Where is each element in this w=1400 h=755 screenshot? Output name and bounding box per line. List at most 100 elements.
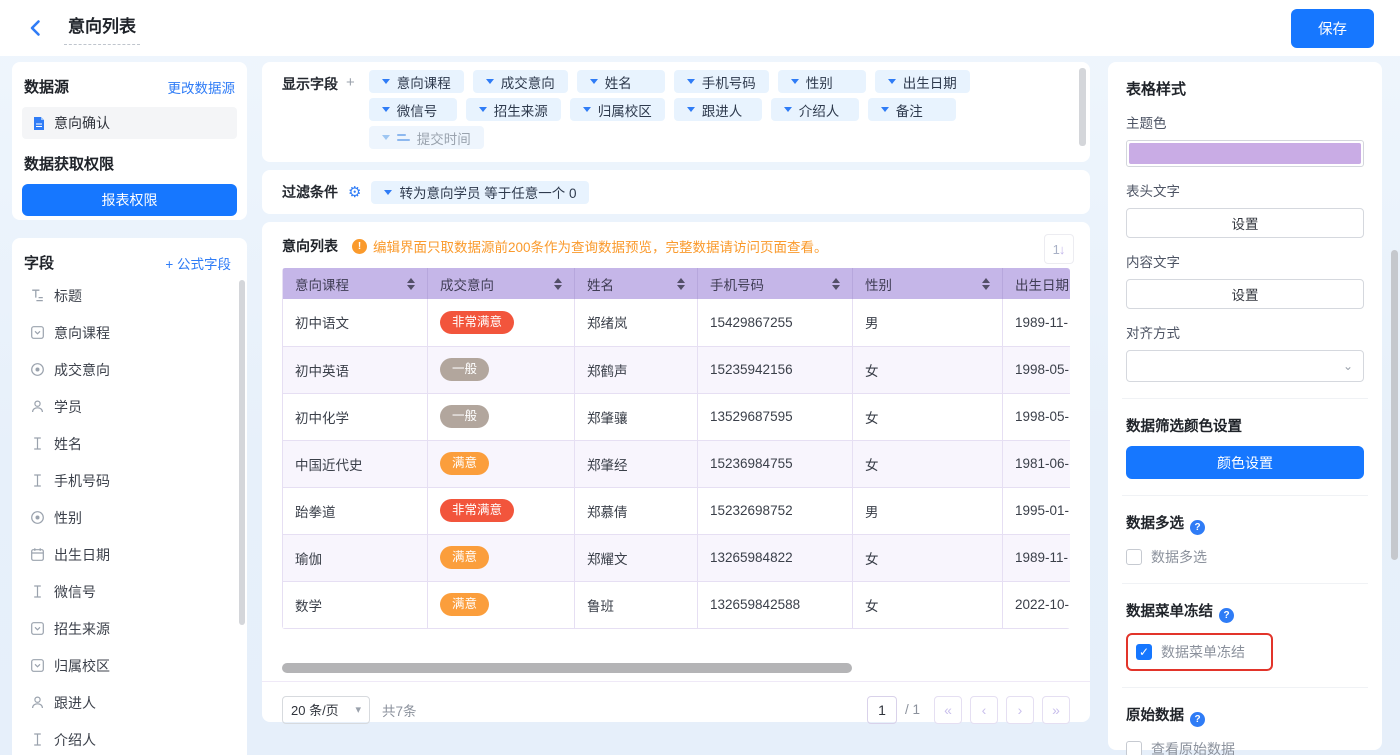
table-row[interactable]: 初中化学一般郑肇骧13529687595女1998-05- [283, 393, 1071, 440]
sort-icon[interactable] [982, 278, 990, 290]
add-formula-field-link[interactable]: + 公式字段 [165, 253, 231, 273]
field-item[interactable]: 跟进人 [24, 684, 241, 721]
display-field-tag[interactable]: 备注 [868, 98, 956, 121]
align-label: 对齐方式 [1126, 322, 1364, 342]
display-field-tag[interactable]: 意向课程 [369, 70, 464, 93]
header-text-set-button[interactable]: 设置 [1126, 208, 1364, 238]
text-icon [30, 584, 45, 599]
field-item[interactable]: 手机号码 [24, 462, 241, 499]
text-icon [30, 473, 45, 488]
column-header[interactable]: 出生日期 [1003, 268, 1071, 299]
align-select[interactable]: ⌄ [1126, 350, 1364, 382]
display-card-scrollbar[interactable] [1079, 68, 1086, 146]
cell-gender: 女 [853, 346, 1003, 393]
fields-scrollbar[interactable] [239, 280, 245, 625]
back-icon[interactable] [26, 18, 46, 38]
raw-data-checkbox[interactable] [1126, 741, 1142, 755]
multi-select-checkbox-label: 数据多选 [1151, 547, 1207, 567]
field-item[interactable]: 微信号 [24, 573, 241, 610]
freeze-checkbox[interactable]: ✓ [1136, 644, 1152, 660]
field-item[interactable]: 意向课程 [24, 314, 241, 351]
help-icon[interactable]: ? [1219, 608, 1234, 623]
cell-phone: 15236984755 [698, 440, 853, 487]
table-row[interactable]: 数学满意鲁班132659842588女2022-10- [283, 581, 1071, 628]
gear-icon[interactable]: ⚙ [348, 185, 361, 200]
column-header[interactable]: 手机号码 [698, 268, 853, 299]
help-icon[interactable]: ? [1190, 520, 1205, 535]
display-field-tags: 意向课程成交意向姓名手机号码性别出生日期微信号招生来源归属校区跟进人介绍人备注提… [369, 70, 970, 154]
display-field-tag[interactable]: 招生来源 [466, 98, 561, 121]
add-display-field-button[interactable]: + [346, 74, 355, 91]
save-button[interactable]: 保存 [1291, 9, 1374, 48]
header-text-label: 表头文字 [1126, 180, 1364, 200]
field-item[interactable]: 姓名 [24, 425, 241, 462]
cell-gender: 男 [853, 487, 1003, 534]
title-icon [30, 288, 45, 303]
page-size-select[interactable]: 20 条/页 ▾ [282, 696, 370, 724]
datasource-title: 数据源 [24, 76, 69, 97]
sort-order-button[interactable]: 1↓ [1044, 234, 1074, 264]
field-item-label: 性别 [54, 508, 82, 528]
multi-select-checkbox[interactable] [1126, 549, 1142, 565]
table-row[interactable]: 中国近代史满意郑肇经15236984755女1981-06- [283, 440, 1071, 487]
display-field-tag[interactable]: 跟进人 [674, 98, 762, 121]
table-row[interactable]: 初中英语一般郑鹤声15235942156女1998-05- [283, 346, 1071, 393]
freeze-highlight-box: ✓ 数据菜单冻结 [1126, 633, 1273, 671]
report-permission-button[interactable]: 报表权限 [22, 184, 237, 216]
field-item[interactable]: 招生来源 [24, 610, 241, 647]
cell-phone: 13529687595 [698, 393, 853, 440]
field-item[interactable]: 出生日期 [24, 536, 241, 573]
color-set-button[interactable]: 颜色设置 [1126, 446, 1364, 479]
field-item[interactable]: 介绍人 [24, 721, 241, 755]
intent-badge: 一般 [440, 358, 489, 381]
field-item[interactable]: 成交意向 [24, 351, 241, 388]
table-row[interactable]: 跆拳道非常满意郑慕倩15232698752男1995-01- [283, 487, 1071, 534]
horizontal-scrollbar[interactable] [282, 663, 852, 673]
display-field-tag[interactable]: 介绍人 [771, 98, 859, 121]
display-field-tag[interactable]: 微信号 [369, 98, 457, 121]
field-item[interactable]: 学员 [24, 388, 241, 425]
next-page-button[interactable]: › [1006, 696, 1034, 724]
cell-phone: 13265984822 [698, 534, 853, 581]
field-item[interactable]: 归属校区 [24, 647, 241, 684]
field-item[interactable]: 性别 [24, 499, 241, 536]
select-icon [30, 325, 45, 340]
column-header[interactable]: 成交意向 [428, 268, 575, 299]
change-datasource-link[interactable]: 更改数据源 [168, 77, 236, 97]
prev-page-button[interactable]: ‹ [970, 696, 998, 724]
content-text-set-button[interactable]: 设置 [1126, 279, 1364, 309]
pagination: 20 条/页 ▾ 共7条 1 / 1 « ‹ › » [282, 682, 1070, 738]
cell-name: 郑肇经 [575, 440, 698, 487]
field-item[interactable]: 标题 [24, 277, 241, 314]
theme-color-swatch[interactable] [1126, 140, 1364, 167]
sort-icon[interactable] [677, 278, 685, 290]
first-page-button[interactable]: « [934, 696, 962, 724]
column-header[interactable]: 姓名 [575, 268, 698, 299]
column-header[interactable]: 意向课程 [283, 268, 428, 299]
filter-label: 过滤条件 [282, 182, 338, 202]
page-total: / 1 [905, 702, 920, 717]
window-scrollbar[interactable] [1391, 250, 1398, 560]
display-field-tag[interactable]: 姓名 [577, 70, 665, 93]
raw-data-checkbox-label: 查看原始数据 [1151, 739, 1235, 755]
display-field-tag[interactable]: 归属校区 [570, 98, 665, 121]
table-row[interactable]: 瑜伽满意郑耀文13265984822女1989-11- [283, 534, 1071, 581]
freeze-checkbox-label: 数据菜单冻结 [1161, 642, 1245, 662]
display-field-tag[interactable]: 出生日期 [875, 70, 970, 93]
last-page-button[interactable]: » [1042, 696, 1070, 724]
sort-icon[interactable] [407, 278, 415, 290]
table-row[interactable]: 初中语文非常满意郑绪岚15429867255男1989-11- [283, 299, 1071, 346]
display-field-tag[interactable]: 成交意向 [473, 70, 568, 93]
help-icon[interactable]: ? [1190, 712, 1205, 727]
field-item-label: 手机号码 [54, 471, 110, 491]
cell-name: 鲁班 [575, 581, 698, 628]
filter-condition-tag[interactable]: 转为意向学员 等于任意一个 0 [371, 181, 589, 204]
page-number-input[interactable]: 1 [867, 696, 897, 724]
sort-icon[interactable] [554, 278, 562, 290]
cell-birth: 1989-11- [1003, 299, 1071, 346]
datasource-item[interactable]: 意向确认 [22, 107, 237, 139]
display-field-tag[interactable]: 手机号码 [674, 70, 769, 93]
sort-icon[interactable] [832, 278, 840, 290]
column-header[interactable]: 性别 [853, 268, 1003, 299]
display-field-tag[interactable]: 性别 [778, 70, 866, 93]
